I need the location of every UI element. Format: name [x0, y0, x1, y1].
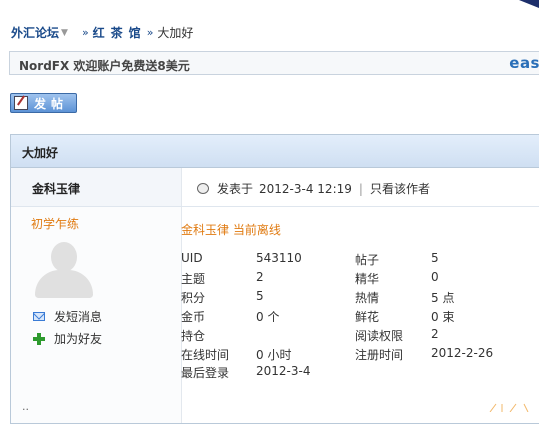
- post-container: 大加好 金科玉律 发表于 2012-3-4 12:19 | 只看该作者 初学乍练…: [10, 134, 539, 424]
- author-rank: 初学乍练: [31, 217, 80, 231]
- send-message-link[interactable]: 发短消息: [33, 308, 102, 325]
- only-author-link[interactable]: 只看该作者: [370, 180, 430, 197]
- post-author-bar: 金科玉律 发表于 2012-3-4 12:19 | 只看该作者: [11, 168, 539, 207]
- stat-label: 主题: [181, 271, 206, 286]
- stat-label: 最后登录: [181, 366, 230, 381]
- chevron-down-icon[interactable]: ▼: [61, 28, 68, 38]
- stat-label: 在线时间: [181, 347, 230, 362]
- breadcrumb-separator: »: [81, 26, 89, 39]
- new-post-button[interactable]: 发帖: [10, 93, 77, 113]
- cut-off-text: ··: [22, 403, 29, 416]
- stat-value: 0 个: [256, 309, 280, 324]
- plus-icon: [33, 332, 45, 345]
- posted-time: 2012-3-4 12:19: [259, 181, 352, 196]
- mail-icon: [33, 312, 45, 321]
- breadcrumb-separator: »: [146, 26, 154, 39]
- breadcrumb-current: 大加好: [157, 26, 194, 40]
- ad-text[interactable]: NordFX 欢迎账户免费送8美元: [19, 57, 190, 74]
- stat-value: 0: [431, 269, 439, 284]
- stat-value: 2012-3-4: [256, 364, 311, 379]
- stat-value: 0 束: [431, 309, 455, 324]
- breadcrumb-home-link[interactable]: 外汇论坛: [11, 24, 59, 41]
- cut-off-decoration: [489, 403, 529, 412]
- profile-heading[interactable]: 金科玉律 当前离线: [181, 221, 281, 238]
- stat-label: 持仓: [181, 328, 206, 343]
- stat-label: 鲜花: [355, 309, 380, 324]
- ad-banner[interactable]: NordFX 欢迎账户免费送8美元 eas: [9, 51, 539, 75]
- stat-value: 2012-2-26: [431, 345, 494, 360]
- online-status-icon: [195, 182, 211, 195]
- stat-value: 0 小时: [256, 347, 292, 362]
- post-meta: 发表于 2012-3-4 12:19 | 只看该作者: [195, 180, 430, 197]
- stat-value: 543110: [256, 251, 302, 265]
- posted-prefix: 发表于: [217, 182, 254, 196]
- new-post-label: 发帖: [34, 96, 69, 111]
- add-friend-link[interactable]: 加为好友: [33, 330, 102, 347]
- corner-decoration: [519, 0, 539, 8]
- avatar[interactable]: [32, 238, 96, 298]
- edit-icon: [14, 96, 28, 110]
- post-title: 大加好: [22, 146, 59, 160]
- stat-label: 帖子: [355, 253, 380, 267]
- stat-value: 5: [256, 288, 264, 303]
- stat-value: 2: [431, 326, 439, 341]
- meta-divider: |: [358, 181, 363, 196]
- post-title-bar: 大加好: [11, 135, 539, 168]
- stat-value: 5: [431, 251, 439, 265]
- stat-label: 积分: [181, 290, 206, 305]
- stat-label: 金币: [181, 309, 206, 324]
- stat-label: 热情: [355, 290, 380, 305]
- stat-label: 阅读权限: [355, 328, 404, 343]
- breadcrumb-section-link[interactable]: 红茶馆: [93, 24, 147, 41]
- author-sidebar: 初学乍练 发短消息 加为好友: [11, 207, 182, 423]
- stat-label: 注册时间: [355, 347, 404, 362]
- ad-brand-logo[interactable]: eas: [509, 54, 539, 72]
- stat-label: 精华: [355, 271, 380, 286]
- stat-label: UID: [181, 251, 203, 265]
- author-name[interactable]: 金科玉律: [32, 180, 80, 197]
- stat-value: 2: [256, 269, 264, 284]
- author-name-cell: 金科玉律: [11, 168, 182, 206]
- breadcrumb: 外汇论坛 ▼ » 红茶馆 » 大加好: [11, 24, 193, 41]
- stat-value: 5 点: [431, 290, 455, 305]
